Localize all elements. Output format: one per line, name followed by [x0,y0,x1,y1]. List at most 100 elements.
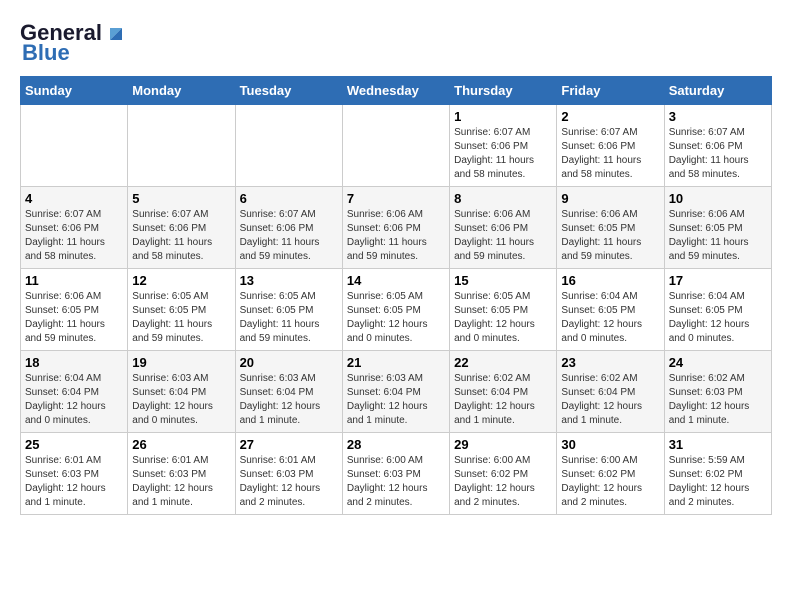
day-number: 4 [25,191,123,206]
calendar-cell: 3 Sunrise: 6:07 AM Sunset: 6:06 PM Daylig… [664,105,771,187]
calendar-week-row: 4 Sunrise: 6:07 AM Sunset: 6:06 PM Daylig… [21,187,772,269]
day-info: Sunrise: 6:04 AM Sunset: 6:05 PM Dayligh… [669,290,767,346]
calendar-cell: 10 Sunrise: 6:06 AM Sunset: 6:05 PM Dayli… [664,187,771,269]
day-number: 29 [454,437,552,452]
calendar-cell: 14Sunrise: 6:05 AM Sunset: 6:05 PM Dayli… [342,269,449,351]
day-info: Sunrise: 6:04 AM Sunset: 6:05 PM Dayligh… [561,290,659,346]
day-info: Sunrise: 6:07 AM Sunset: 6:06 PM Dayligh… [669,126,767,182]
calendar-cell: 5 Sunrise: 6:07 AM Sunset: 6:06 PM Daylig… [128,187,235,269]
day-number: 11 [25,273,123,288]
day-number: 3 [669,109,767,124]
day-info: Sunrise: 6:07 AM Sunset: 6:06 PM Dayligh… [561,126,659,182]
calendar-body: 1 Sunrise: 6:07 AM Sunset: 6:06 PM Daylig… [21,105,772,515]
day-number: 1 [454,109,552,124]
day-info: Sunrise: 6:02 AM Sunset: 6:04 PM Dayligh… [454,372,552,428]
day-number: 13 [240,273,338,288]
day-number: 15 [454,273,552,288]
day-info: Sunrise: 6:04 AM Sunset: 6:04 PM Dayligh… [25,372,123,428]
day-info: Sunrise: 6:01 AM Sunset: 6:03 PM Dayligh… [25,454,123,510]
calendar-cell: 9 Sunrise: 6:06 AM Sunset: 6:05 PM Daylig… [557,187,664,269]
calendar-cell: 17 Sunrise: 6:04 AM Sunset: 6:05 PM Dayli… [664,269,771,351]
day-info: Sunrise: 6:00 AM Sunset: 6:02 PM Dayligh… [561,454,659,510]
day-number: 2 [561,109,659,124]
day-number: 26 [132,437,230,452]
calendar-cell: 30 Sunrise: 6:00 AM Sunset: 6:02 PM Dayli… [557,433,664,515]
calendar-cell: 22 Sunrise: 6:02 AM Sunset: 6:04 PM Dayli… [450,351,557,433]
day-number: 27 [240,437,338,452]
day-info: Sunrise: 6:05 AM Sunset: 6:05 PM Dayligh… [240,290,338,346]
calendar-cell: 8Sunrise: 6:06 AM Sunset: 6:06 PM Daylig… [450,187,557,269]
calendar-cell: 26 Sunrise: 6:01 AM Sunset: 6:03 PM Dayli… [128,433,235,515]
calendar-week-row: 18 Sunrise: 6:04 AM Sunset: 6:04 PM Dayli… [21,351,772,433]
calendar-cell: 19Sunrise: 6:03 AM Sunset: 6:04 PM Dayli… [128,351,235,433]
day-info: Sunrise: 6:06 AM Sunset: 6:05 PM Dayligh… [669,208,767,264]
calendar-week-row: 25 Sunrise: 6:01 AM Sunset: 6:03 PM Dayli… [21,433,772,515]
calendar-cell: 4 Sunrise: 6:07 AM Sunset: 6:06 PM Daylig… [21,187,128,269]
day-info: Sunrise: 6:06 AM Sunset: 6:06 PM Dayligh… [347,208,445,264]
calendar-cell: 31 Sunrise: 5:59 AM Sunset: 6:02 PM Dayli… [664,433,771,515]
day-number: 10 [669,191,767,206]
calendar-cell: 20 Sunrise: 6:03 AM Sunset: 6:04 PM Dayli… [235,351,342,433]
day-number: 5 [132,191,230,206]
day-info: Sunrise: 6:05 AM Sunset: 6:05 PM Dayligh… [347,290,445,346]
day-number: 7 [347,191,445,206]
day-info: Sunrise: 6:07 AM Sunset: 6:06 PM Dayligh… [25,208,123,264]
day-number: 21 [347,355,445,370]
calendar-cell [128,105,235,187]
calendar-cell: 27Sunrise: 6:01 AM Sunset: 6:03 PM Dayli… [235,433,342,515]
day-info: Sunrise: 6:02 AM Sunset: 6:03 PM Dayligh… [669,372,767,428]
day-info: Sunrise: 6:07 AM Sunset: 6:06 PM Dayligh… [132,208,230,264]
calendar-cell: 24 Sunrise: 6:02 AM Sunset: 6:03 PM Dayli… [664,351,771,433]
day-number: 24 [669,355,767,370]
day-number: 25 [25,437,123,452]
weekday-header: Thursday [450,77,557,105]
calendar-cell: 1 Sunrise: 6:07 AM Sunset: 6:06 PM Daylig… [450,105,557,187]
calendar-table: SundayMondayTuesdayWednesdayThursdayFrid… [20,76,772,515]
day-info: Sunrise: 6:02 AM Sunset: 6:04 PM Dayligh… [561,372,659,428]
day-number: 18 [25,355,123,370]
calendar-cell: 21Sunrise: 6:03 AM Sunset: 6:04 PM Dayli… [342,351,449,433]
day-number: 17 [669,273,767,288]
day-number: 30 [561,437,659,452]
day-number: 12 [132,273,230,288]
day-info: Sunrise: 6:01 AM Sunset: 6:03 PM Dayligh… [132,454,230,510]
calendar-cell: 7 Sunrise: 6:06 AM Sunset: 6:06 PM Daylig… [342,187,449,269]
logo-blue: Blue [22,40,70,66]
day-number: 20 [240,355,338,370]
calendar-header: SundayMondayTuesdayWednesdayThursdayFrid… [21,77,772,105]
day-info: Sunrise: 6:06 AM Sunset: 6:06 PM Dayligh… [454,208,552,264]
calendar-cell: 23 Sunrise: 6:02 AM Sunset: 6:04 PM Dayli… [557,351,664,433]
day-number: 9 [561,191,659,206]
day-number: 16 [561,273,659,288]
weekday-header: Sunday [21,77,128,105]
day-info: Sunrise: 5:59 AM Sunset: 6:02 PM Dayligh… [669,454,767,510]
calendar-cell [21,105,128,187]
day-info: Sunrise: 6:06 AM Sunset: 6:05 PM Dayligh… [561,208,659,264]
calendar-cell: 18 Sunrise: 6:04 AM Sunset: 6:04 PM Dayli… [21,351,128,433]
day-info: Sunrise: 6:00 AM Sunset: 6:02 PM Dayligh… [454,454,552,510]
day-info: Sunrise: 6:05 AM Sunset: 6:05 PM Dayligh… [454,290,552,346]
day-number: 23 [561,355,659,370]
day-info: Sunrise: 6:06 AM Sunset: 6:05 PM Dayligh… [25,290,123,346]
weekday-header: Tuesday [235,77,342,105]
weekday-header: Friday [557,77,664,105]
day-number: 22 [454,355,552,370]
calendar-cell: 6Sunrise: 6:07 AM Sunset: 6:06 PM Daylig… [235,187,342,269]
day-info: Sunrise: 6:00 AM Sunset: 6:03 PM Dayligh… [347,454,445,510]
weekday-row: SundayMondayTuesdayWednesdayThursdayFrid… [21,77,772,105]
day-number: 6 [240,191,338,206]
calendar-cell: 28Sunrise: 6:00 AM Sunset: 6:03 PM Dayli… [342,433,449,515]
calendar-week-row: 11 Sunrise: 6:06 AM Sunset: 6:05 PM Dayli… [21,269,772,351]
day-number: 31 [669,437,767,452]
calendar-week-row: 1 Sunrise: 6:07 AM Sunset: 6:06 PM Daylig… [21,105,772,187]
logo-arrow-icon [104,22,126,44]
calendar-cell: 25 Sunrise: 6:01 AM Sunset: 6:03 PM Dayli… [21,433,128,515]
day-info: Sunrise: 6:07 AM Sunset: 6:06 PM Dayligh… [454,126,552,182]
weekday-header: Wednesday [342,77,449,105]
calendar-cell: 2 Sunrise: 6:07 AM Sunset: 6:06 PM Daylig… [557,105,664,187]
calendar-cell: 11 Sunrise: 6:06 AM Sunset: 6:05 PM Dayli… [21,269,128,351]
calendar-cell [235,105,342,187]
weekday-header: Monday [128,77,235,105]
calendar-cell: 29 Sunrise: 6:00 AM Sunset: 6:02 PM Dayli… [450,433,557,515]
day-info: Sunrise: 6:03 AM Sunset: 6:04 PM Dayligh… [240,372,338,428]
